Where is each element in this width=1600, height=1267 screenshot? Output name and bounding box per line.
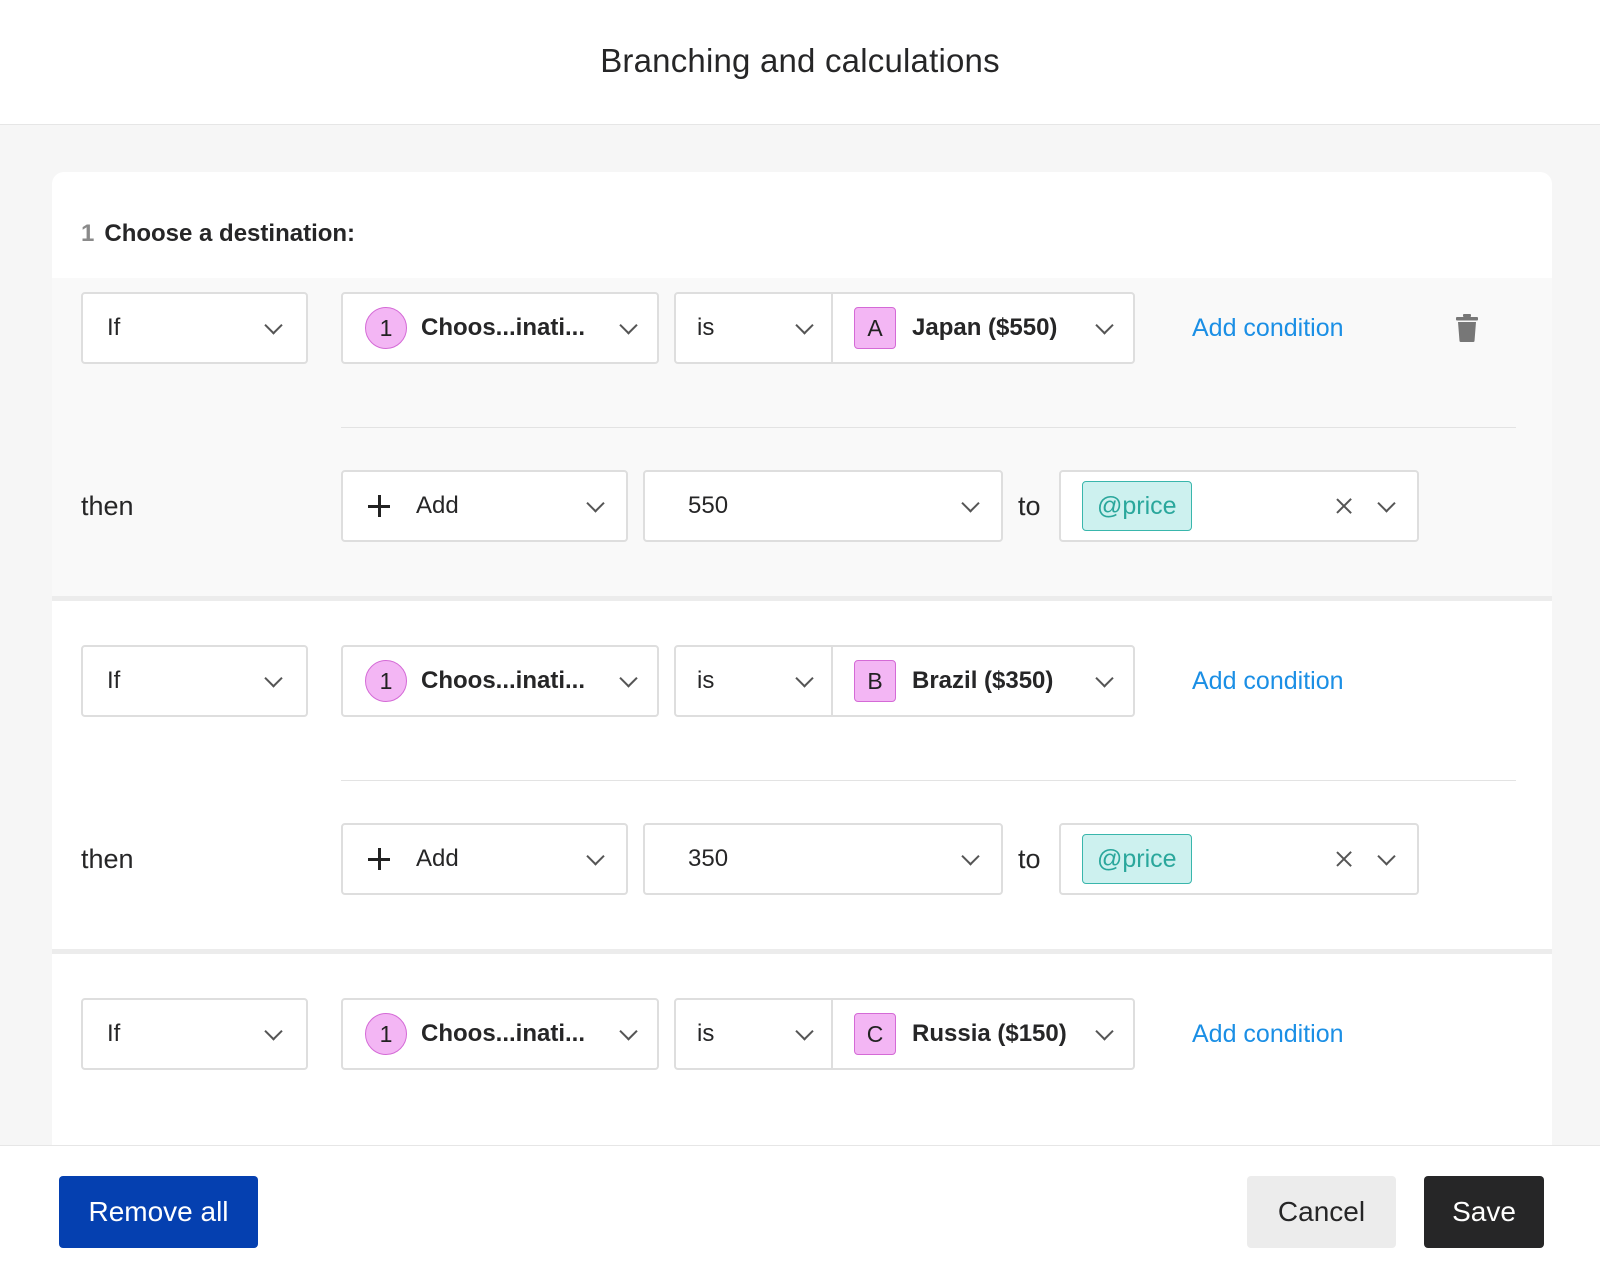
chevron-down-icon xyxy=(586,847,605,866)
question-number-badge: 1 xyxy=(365,660,407,702)
plus-icon xyxy=(368,495,390,517)
choice-select-value: Brazil ($350) xyxy=(912,667,1054,694)
value-select[interactable]: 550 xyxy=(643,470,1003,542)
question-card: 1 Choose a destination: If 1 Choos...inat… xyxy=(52,172,1552,1145)
dialog-footer: Remove all Cancel Save xyxy=(0,1145,1600,1267)
if-row: If 1 Choos...inati... is C Russia ($150) xyxy=(52,998,1552,1070)
variable-pill: @price xyxy=(1082,834,1192,884)
remove-all-button[interactable]: Remove all xyxy=(59,1176,258,1248)
choice-letter-badge: A xyxy=(854,307,896,349)
operator-select-value: is xyxy=(697,314,715,341)
add-condition-link[interactable]: Add condition xyxy=(1192,292,1344,364)
chevron-down-icon xyxy=(619,1022,638,1041)
to-label: to xyxy=(1018,843,1041,874)
row-divider xyxy=(341,780,1516,781)
operator-select[interactable]: is xyxy=(674,645,833,717)
question-select-value: Choos...inati... xyxy=(421,1020,586,1047)
chevron-down-icon xyxy=(961,847,980,866)
section-number: 1 xyxy=(81,220,95,247)
value-select[interactable]: 350 xyxy=(643,823,1003,895)
chevron-down-icon xyxy=(264,316,283,335)
chevron-down-icon xyxy=(264,1022,283,1041)
choice-select-value: Russia ($150) xyxy=(912,1020,1067,1047)
if-row: If 1 Choos...inati... is A Japan ($550) xyxy=(52,292,1552,364)
add-condition-link[interactable]: Add condition xyxy=(1192,998,1344,1070)
plus-icon xyxy=(368,848,390,870)
choice-letter-badge: B xyxy=(854,660,896,702)
rule-block-2: If 1 Choos...inati... is B Brazil ($350) xyxy=(52,601,1552,949)
question-select[interactable]: 1 Choos...inati... xyxy=(341,998,659,1070)
chevron-down-icon xyxy=(1095,316,1114,335)
operator-select-value: is xyxy=(697,667,715,694)
choice-letter-badge: C xyxy=(854,1013,896,1055)
section-label: Choose a destination: xyxy=(104,220,356,247)
chevron-down-icon xyxy=(1095,1022,1114,1041)
chevron-down-icon xyxy=(1377,847,1396,866)
action-select[interactable]: Add xyxy=(341,823,628,895)
question-select[interactable]: 1 Choos...inati... xyxy=(341,292,659,364)
value-select-value: 550 xyxy=(688,492,729,519)
save-button[interactable]: Save xyxy=(1424,1176,1544,1248)
value-select-value: 350 xyxy=(688,845,729,872)
operator-select[interactable]: is xyxy=(674,998,833,1070)
close-icon[interactable] xyxy=(1335,497,1353,515)
if-select-value: If xyxy=(107,667,121,694)
chevron-down-icon xyxy=(1377,494,1396,513)
then-label: then xyxy=(81,490,134,521)
rule-block-3: If 1 Choos...inati... is C Russia ($150) xyxy=(52,954,1552,1145)
choice-select[interactable]: B Brazil ($350) xyxy=(831,645,1135,717)
action-select[interactable]: Add xyxy=(341,470,628,542)
cancel-button[interactable]: Cancel xyxy=(1247,1176,1396,1248)
choice-select-value: Japan ($550) xyxy=(912,314,1058,341)
then-row: then Add 350 to @price xyxy=(52,823,1552,895)
question-number-badge: 1 xyxy=(365,1013,407,1055)
rule-block-1: If 1 Choos...inati... is A Japan ($550) xyxy=(52,278,1552,598)
choice-select[interactable]: A Japan ($550) xyxy=(831,292,1135,364)
if-select[interactable]: If xyxy=(81,645,308,717)
chevron-down-icon xyxy=(264,669,283,688)
operator-select-value: is xyxy=(697,1020,715,1047)
dialog-header: Branching and calculations xyxy=(0,0,1600,125)
page-title: Branching and calculations xyxy=(600,42,1000,79)
trash-icon[interactable] xyxy=(1456,314,1478,342)
then-row: then Add 550 to @price xyxy=(52,470,1552,542)
variable-pill: @price xyxy=(1082,481,1192,531)
section-title: 1 Choose a destination: xyxy=(81,220,355,248)
rules-scroll-area[interactable]: 1 Choose a destination: If 1 Choos...inat… xyxy=(0,125,1600,1145)
chevron-down-icon xyxy=(586,494,605,513)
action-select-value: Add xyxy=(416,492,459,519)
choice-select[interactable]: C Russia ($150) xyxy=(831,998,1135,1070)
chevron-down-icon xyxy=(795,316,814,335)
add-condition-link[interactable]: Add condition xyxy=(1192,645,1344,717)
variable-select[interactable]: @price xyxy=(1059,470,1419,542)
question-number-badge: 1 xyxy=(365,307,407,349)
if-select-value: If xyxy=(107,314,121,341)
chevron-down-icon xyxy=(619,316,638,335)
operator-select[interactable]: is xyxy=(674,292,833,364)
chevron-down-icon xyxy=(961,494,980,513)
if-select-value: If xyxy=(107,1020,121,1047)
question-select[interactable]: 1 Choos...inati... xyxy=(341,645,659,717)
if-select[interactable]: If xyxy=(81,998,308,1070)
close-icon[interactable] xyxy=(1335,850,1353,868)
variable-select[interactable]: @price xyxy=(1059,823,1419,895)
question-select-value: Choos...inati... xyxy=(421,667,586,694)
chevron-down-icon xyxy=(795,669,814,688)
if-row: If 1 Choos...inati... is B Brazil ($350) xyxy=(52,645,1552,717)
chevron-down-icon xyxy=(1095,669,1114,688)
to-label: to xyxy=(1018,490,1041,521)
question-select-value: Choos...inati... xyxy=(421,314,586,341)
chevron-down-icon xyxy=(619,669,638,688)
action-select-value: Add xyxy=(416,845,459,872)
chevron-down-icon xyxy=(795,1022,814,1041)
then-label: then xyxy=(81,843,134,874)
if-select[interactable]: If xyxy=(81,292,308,364)
row-divider xyxy=(341,427,1516,428)
